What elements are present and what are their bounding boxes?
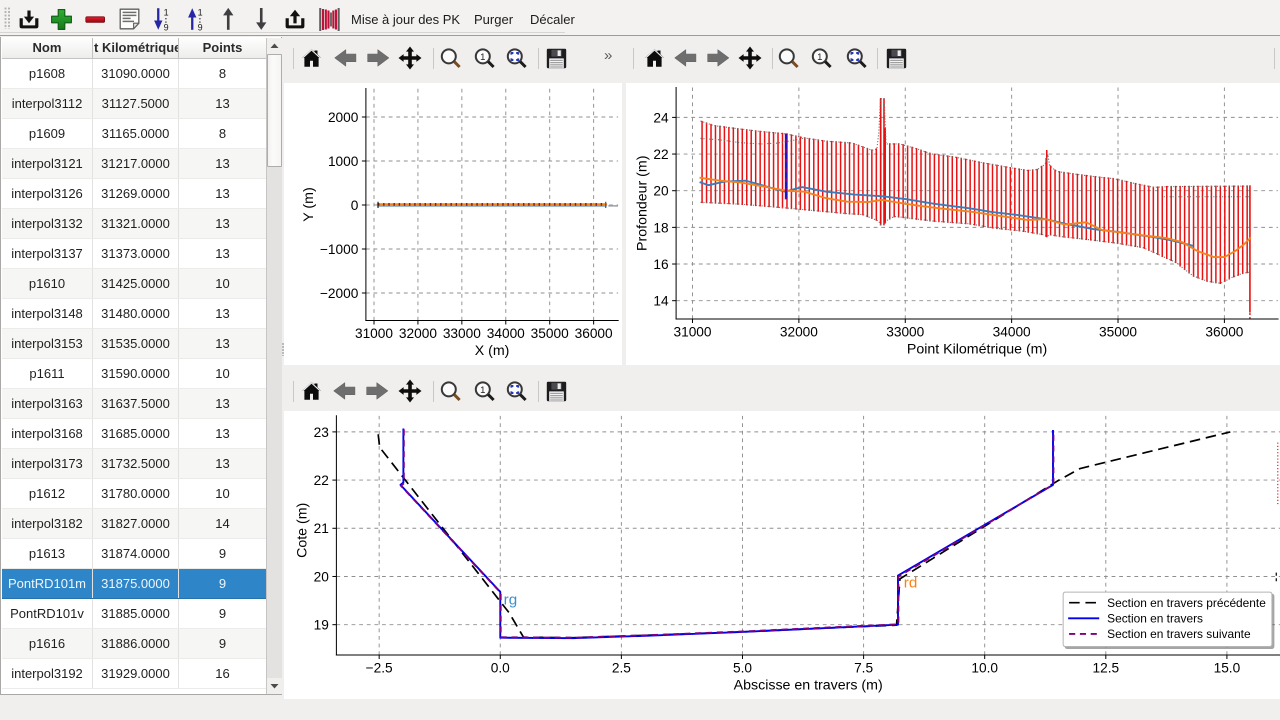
svg-text:Profondeur (m): Profondeur (m) xyxy=(634,156,650,251)
svg-text:14: 14 xyxy=(653,294,669,309)
svg-text:33000: 33000 xyxy=(886,324,924,339)
svg-text:35000: 35000 xyxy=(1099,324,1137,339)
svg-text:X (m): X (m) xyxy=(475,343,510,359)
svg-text:32000: 32000 xyxy=(399,326,437,341)
svg-text:35000: 35000 xyxy=(531,326,569,341)
svg-text:15.0: 15.0 xyxy=(1214,660,1241,675)
svg-text:34000: 34000 xyxy=(993,324,1031,339)
svg-text:20: 20 xyxy=(314,569,330,584)
svg-text:19: 19 xyxy=(314,618,329,633)
svg-text:Abscisse en travers (m): Abscisse en travers (m) xyxy=(734,678,883,694)
svg-text:12.5: 12.5 xyxy=(1092,660,1119,675)
svg-text:23: 23 xyxy=(314,425,330,440)
svg-text:16: 16 xyxy=(653,257,669,272)
svg-text:2.5: 2.5 xyxy=(612,660,631,675)
svg-text:Cote (m): Cote (m) xyxy=(295,503,311,558)
svg-text:1: 1 xyxy=(817,52,822,63)
svg-text:22: 22 xyxy=(653,147,668,162)
svg-text:5.0: 5.0 xyxy=(733,660,752,675)
svg-text:7.5: 7.5 xyxy=(854,660,873,675)
svg-text:21: 21 xyxy=(314,521,329,536)
svg-text:−2000: −2000 xyxy=(320,286,359,301)
svg-text:Section en travers suivante: Section en travers suivante xyxy=(1107,627,1251,641)
svg-text:22: 22 xyxy=(314,473,329,488)
svg-text:1: 1 xyxy=(164,8,169,18)
svg-text:1: 1 xyxy=(480,385,485,396)
svg-text:32000: 32000 xyxy=(780,324,818,339)
svg-text:9: 9 xyxy=(198,22,203,31)
svg-text:31000: 31000 xyxy=(355,326,393,341)
svg-text:−1000: −1000 xyxy=(320,242,359,257)
svg-text:9: 9 xyxy=(164,22,169,31)
svg-text:20: 20 xyxy=(653,184,669,199)
svg-text:rd: rd xyxy=(904,575,918,592)
svg-text:31000: 31000 xyxy=(673,324,711,339)
svg-text:1: 1 xyxy=(198,8,203,18)
svg-text:0: 0 xyxy=(351,198,359,213)
svg-text:Y (m): Y (m) xyxy=(301,187,317,221)
svg-text:Section en travers précédente: Section en travers précédente xyxy=(1107,596,1266,610)
svg-text:24: 24 xyxy=(653,110,669,125)
svg-text:2000: 2000 xyxy=(328,110,359,125)
svg-text:−2.5: −2.5 xyxy=(366,660,393,675)
svg-text:1: 1 xyxy=(480,52,485,63)
svg-text:33000: 33000 xyxy=(443,326,481,341)
svg-text:18: 18 xyxy=(653,220,669,235)
svg-text:36000: 36000 xyxy=(1205,324,1243,339)
svg-text:Point Kilométrique (m): Point Kilométrique (m) xyxy=(907,342,1047,358)
svg-text:Section en travers: Section en travers xyxy=(1107,611,1203,625)
svg-text:36000: 36000 xyxy=(575,326,613,341)
svg-text:34000: 34000 xyxy=(487,326,525,341)
svg-text:rg: rg xyxy=(504,591,518,608)
svg-text:1000: 1000 xyxy=(328,154,359,169)
svg-text:10.0: 10.0 xyxy=(971,660,998,675)
svg-text:0.0: 0.0 xyxy=(491,660,510,675)
